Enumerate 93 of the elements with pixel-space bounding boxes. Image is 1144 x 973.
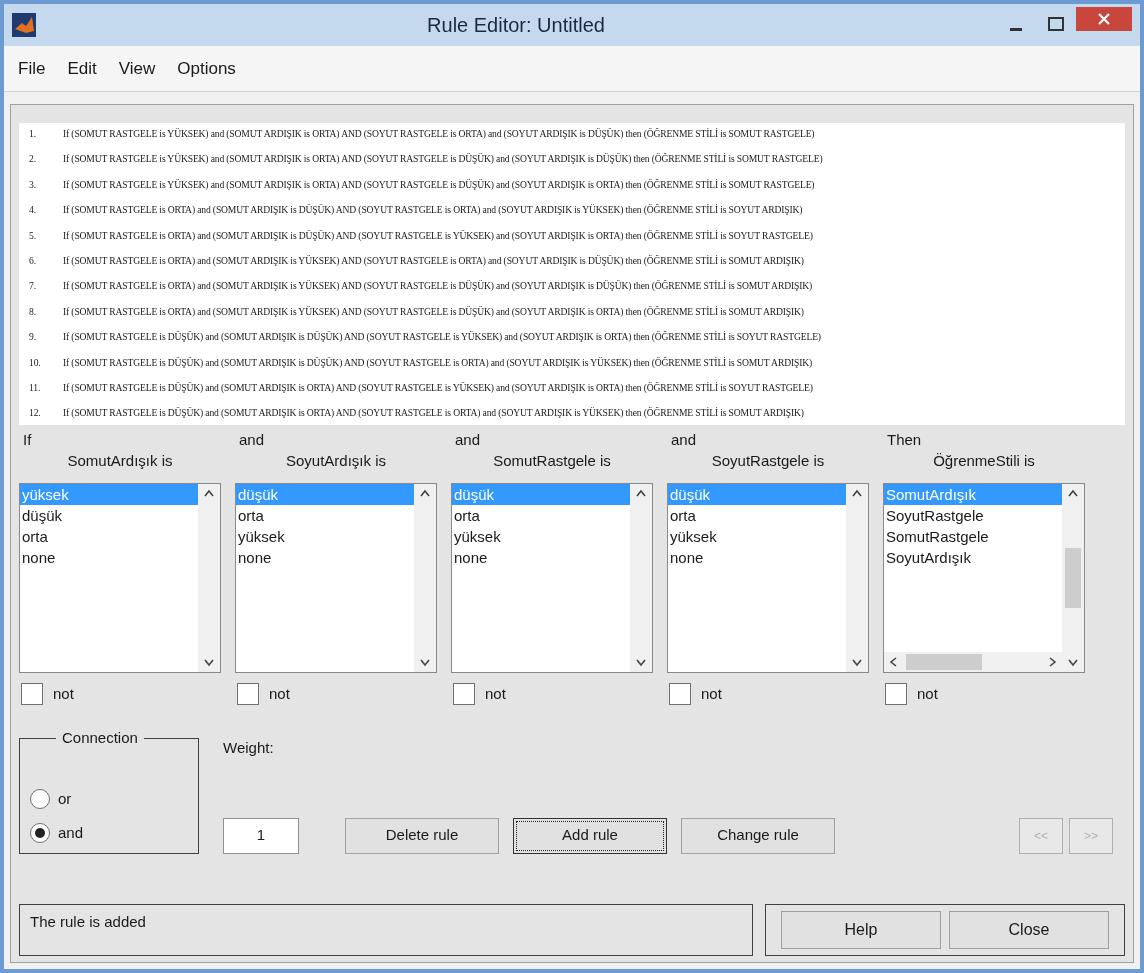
list-item[interactable]: none xyxy=(668,547,846,568)
rule-text[interactable]: If (SOMUT RASTGELE is YÜKSEK) and (SOMUT ARDIŞIK is ORTA) AND (SOYUT RASTGELE is DÜŞÜK) and (SOYUT ARDIŞIK is ORTA) then (ÖĞRENME STİLİ is SOMUT RASTGELE) xyxy=(63,177,815,193)
rule-text[interactable]: If (SOMUT RASTGELE is ORTA) and (SOMUT ARDIŞIK is YÜKSEK) AND (SOYUT RASTGELE is DÜŞÜK) and (SOYUT ARDIŞIK is ORTA) then (ÖĞRENME STİLİ is SOMUT ARDIŞIK) xyxy=(63,304,804,320)
variable-label: SomutArdışık is xyxy=(66,451,174,471)
rule-number: 6. xyxy=(29,254,37,269)
connector-label: and xyxy=(238,431,266,449)
variable-label: SoyutArdışık is xyxy=(284,451,387,471)
rule-text[interactable]: If (SOMUT RASTGELE is YÜKSEK) and (SOMUT ARDIŞIK is ORTA) AND (SOYUT RASTGELE is ORTA) and (SOYUT ARDIŞIK is DÜŞÜK) then (ÖĞRENME STİLİ is SOMUT RASTGELE) xyxy=(63,127,815,142)
value-listbox[interactable]: yüksek düşük orta none xyxy=(19,483,221,673)
rule-text[interactable]: If (SOMUT RASTGELE is ORTA) and (SOMUT ARDIŞIK is DÜŞÜK) AND (SOYUT RASTGELE is YÜKSEK) and (SOYUT ARDIŞIK is ORTA) then (ÖĞRENME STİLİ is SOYUT RASTGELE) xyxy=(63,228,813,243)
close-icon xyxy=(1098,13,1110,25)
vertical-scrollbar[interactable] xyxy=(198,484,220,672)
list-item[interactable]: SoyutArdışık xyxy=(884,547,1062,568)
list-item[interactable]: orta xyxy=(20,526,198,547)
not-checkbox[interactable] xyxy=(885,683,907,706)
vertical-scrollbar[interactable] xyxy=(846,484,868,672)
vertical-scrollbar[interactable] xyxy=(630,484,652,672)
menu-item[interactable]: File xyxy=(18,55,46,82)
scroll-thumb[interactable] xyxy=(1065,548,1081,608)
list-item[interactable]: none xyxy=(236,547,414,568)
footer-button[interactable]: Help xyxy=(781,911,941,949)
rule-number: 12. xyxy=(29,406,42,421)
rule-number: 10. xyxy=(29,355,42,370)
footer-button[interactable]: Close xyxy=(949,911,1109,949)
action-button[interactable]: Add rule xyxy=(513,817,667,854)
rule-number: 5. xyxy=(29,228,37,243)
connector-label: If xyxy=(22,431,33,449)
list-item[interactable]: SoyutRastgele xyxy=(884,505,1062,526)
radio-label: and xyxy=(58,823,84,843)
value-listbox[interactable]: düşük orta yüksek none xyxy=(451,483,653,673)
rule-number: 4. xyxy=(29,203,37,218)
rule-number: 2. xyxy=(29,152,37,167)
rule-number: 8. xyxy=(29,304,37,319)
app-logo-icon xyxy=(12,13,36,37)
list-item[interactable]: yüksek xyxy=(668,526,846,547)
radio-label: or xyxy=(58,788,72,809)
list-item[interactable]: SomutRastgele xyxy=(884,526,1062,547)
checkbox-label: not xyxy=(53,684,74,704)
horizontal-scrollbar[interactable] xyxy=(884,652,1062,672)
checkbox-label: not xyxy=(485,684,506,704)
variable-label: ÖğrenmeStili is xyxy=(932,451,1036,471)
rule-text[interactable]: If (SOMUT RASTGELE is DÜŞÜK) and (SOMUT ARDIŞIK is ORTA) AND (SOYUT RASTGELE is YÜKSEK) and (SOYUT ARDIŞIK is ORTA) then (ÖĞRENME STİLİ is SOYUT RASTGELE) xyxy=(63,381,813,396)
list-item[interactable]: düşük xyxy=(20,505,198,526)
rule-number: 1. xyxy=(29,127,37,141)
not-checkbox[interactable] xyxy=(669,683,691,706)
checkbox-label: not xyxy=(701,684,722,704)
scroll-thumb[interactable] xyxy=(906,654,982,670)
rule-text[interactable]: If (SOMUT RASTGELE is DÜŞÜK) and (SOMUT ARDIŞIK is DÜŞÜK) AND (SOYUT RASTGELE is ORTA) and (SOYUT ARDIŞIK is YÜKSEK) then (ÖĞRENME STİLİ is SOMUT ARDIŞIK) xyxy=(63,355,813,371)
rule-number: 7. xyxy=(29,279,37,294)
rule-number: 3. xyxy=(29,177,37,192)
radio-button[interactable] xyxy=(30,788,50,809)
rule-text[interactable]: If (SOMUT RASTGELE is ORTA) and (SOMUT ARDIŞIK is YÜKSEK) AND (SOYUT RASTGELE is ORTA) and (SOYUT ARDIŞIK is DÜŞÜK) then (ÖĞRENME STİLİ is SOMUT ARDIŞIK) xyxy=(63,254,804,269)
list-item[interactable]: yüksek xyxy=(236,526,414,547)
window-title: Rule Editor: Untitled xyxy=(426,13,606,38)
value-listbox[interactable]: düşük orta yüksek none xyxy=(235,483,437,673)
menu-item[interactable]: Edit xyxy=(67,55,97,82)
action-button[interactable]: Delete rule xyxy=(345,817,499,854)
weight-label: Weight: xyxy=(223,738,275,758)
menu-item[interactable]: View xyxy=(118,55,156,82)
vertical-scrollbar[interactable] xyxy=(414,484,436,672)
action-button[interactable]: Change rule xyxy=(681,817,835,854)
rule-number: 9. xyxy=(29,330,37,345)
not-checkbox[interactable] xyxy=(237,683,259,706)
weight-field[interactable]: 1 xyxy=(223,817,299,854)
rule-number: 11. xyxy=(29,381,42,396)
rule-list[interactable] xyxy=(19,123,1125,425)
rule-text[interactable]: If (SOMUT RASTGELE is DÜŞÜK) and (SOMUT ARDIŞIK is ORTA) AND (SOYUT RASTGELE is ORTA) and (SOYUT ARDIŞIK is YÜKSEK) then (ÖĞRENME STİLİ is SOMUT ARDIŞIK) xyxy=(63,406,804,421)
radio-button[interactable] xyxy=(30,823,50,844)
value-listbox[interactable]: düşük orta yüksek none xyxy=(667,483,869,673)
connector-label: Then xyxy=(886,431,923,449)
rule-text[interactable]: If (SOMUT RASTGELE is DÜŞÜK) and (SOMUT ARDIŞIK is DÜŞÜK) AND (SOYUT RASTGELE is YÜKSEK) and (SOYUT ARDIŞIK is ORTA) then (ÖĞRENME STİLİ is SOYUT RASTGELE) xyxy=(63,330,821,345)
list-item[interactable]: none xyxy=(452,547,630,568)
rule-text[interactable]: If (SOMUT RASTGELE is ORTA) and (SOMUT ARDIŞIK is YÜKSEK) AND (SOYUT RASTGELE is DÜŞÜK) and (SOYUT ARDIŞIK is DÜŞÜK) then (ÖĞRENME STİLİ is SOMUT ARDIŞIK) xyxy=(63,279,813,294)
rule-text[interactable]: If (SOMUT RASTGELE is ORTA) and (SOMUT ARDIŞIK is DÜŞÜK) AND (SOYUT RASTGELE is ORTA) and (SOYUT ARDIŞIK is YÜKSEK) then (ÖĞRENME STİLİ is SOYUT ARDIŞIK) xyxy=(63,203,803,218)
list-item[interactable]: none xyxy=(20,547,198,568)
list-item[interactable]: orta xyxy=(668,505,846,526)
connector-label: and xyxy=(670,431,698,449)
list-item[interactable]: orta xyxy=(452,505,630,526)
value-listbox[interactable]: SomutArdışık SoyutRastgele SomutRastgele SoyutArdışık xyxy=(883,483,1085,673)
status-bar: The rule is added xyxy=(19,904,753,956)
variable-label: SomutRastgele is xyxy=(492,451,612,471)
close-button[interactable] xyxy=(1076,7,1132,31)
menu-item[interactable]: Options xyxy=(177,55,236,82)
connector-label: and xyxy=(454,431,482,449)
rule-text[interactable]: If (SOMUT RASTGELE is YÜKSEK) and (SOMUT ARDIŞIK is ORTA) AND (SOYUT RASTGELE is DÜŞÜK) and (SOYUT ARDIŞIK is DÜŞÜK) then (ÖĞRENME STİLİ is SOMUT RASTGELE) xyxy=(63,152,823,167)
not-checkbox[interactable] xyxy=(453,683,475,706)
list-item[interactable]: yüksek xyxy=(452,526,630,547)
checkbox-label: not xyxy=(269,684,290,704)
list-item[interactable]: orta xyxy=(236,505,414,526)
vertical-scrollbar[interactable] xyxy=(1062,484,1084,672)
not-checkbox[interactable] xyxy=(21,683,43,706)
checkbox-label: not xyxy=(917,684,938,704)
variable-label: SoyutRastgele is xyxy=(710,451,826,471)
